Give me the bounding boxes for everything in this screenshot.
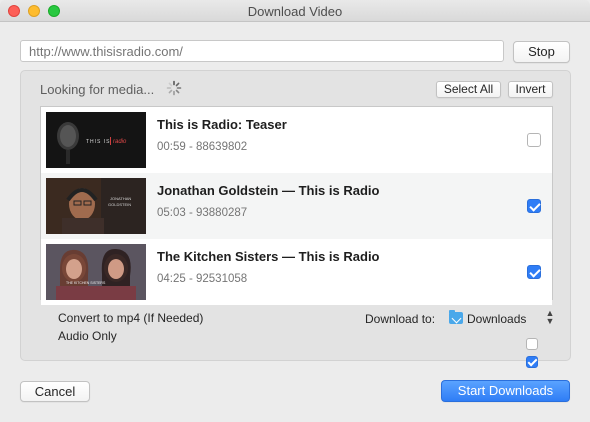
audio-only-option[interactable]: Audio Only	[40, 329, 538, 368]
media-list[interactable]: THIS IS radio This is Radio: Teaser 00:5…	[40, 106, 553, 305]
popup-chevrons-icon[interactable]: ▲ ▼	[545, 309, 555, 326]
cancel-button[interactable]: Cancel	[20, 381, 90, 402]
video-title: Jonathan Goldstein — This is Radio	[157, 183, 380, 198]
start-downloads-button[interactable]: Start Downloads	[441, 380, 570, 402]
url-field[interactable]	[20, 40, 504, 62]
stop-button[interactable]: Stop	[513, 41, 570, 63]
download-folder-popup[interactable]: Downloads	[467, 312, 526, 326]
audio-only-label: Audio Only	[58, 329, 117, 343]
video-select-checkbox[interactable]	[527, 133, 541, 147]
svg-text:THE KITCHEN SISTERS: THE KITCHEN SISTERS	[66, 281, 106, 285]
video-select-checkbox[interactable]	[527, 265, 541, 279]
loading-spinner-icon	[166, 80, 182, 96]
svg-text:THIS IS: THIS IS	[86, 139, 111, 145]
video-title: The Kitchen Sisters — This is Radio	[157, 249, 380, 264]
video-thumbnail: JONATHAN GOLDSTEIN	[46, 178, 146, 234]
video-select-checkbox[interactable]	[527, 199, 541, 213]
video-thumbnail: THIS IS radio	[46, 112, 146, 168]
download-to-label: Download to:	[365, 312, 436, 326]
video-meta: 04:25 - 92531058	[157, 273, 248, 285]
svg-text:GOLDSTEIN: GOLDSTEIN	[108, 202, 131, 207]
media-list-item[interactable]: THE KITCHEN SISTERS The Kitchen Sisters …	[41, 239, 552, 305]
video-meta: 00:59 - 88639802	[157, 141, 248, 153]
select-all-button[interactable]: Select All	[436, 81, 501, 98]
invert-button[interactable]: Invert	[508, 81, 553, 98]
convert-mp4-label: Convert to mp4 (If Needed)	[58, 311, 204, 325]
downloads-folder-icon	[449, 310, 463, 324]
media-list-item[interactable]: THIS IS radio This is Radio: Teaser 00:5…	[41, 107, 552, 173]
audio-only-checkbox[interactable]	[526, 356, 538, 368]
svg-text:radio: radio	[113, 139, 127, 145]
video-title: This is Radio: Teaser	[157, 117, 287, 132]
download-video-window: Download Video Stop Looking for media...…	[0, 0, 590, 422]
status-text: Looking for media...	[40, 82, 155, 97]
media-group-box: Looking for media... Select All Invert T…	[20, 70, 571, 368]
svg-text:JONATHAN: JONATHAN	[110, 196, 131, 201]
video-meta: 05:03 - 93880287	[157, 207, 248, 219]
convert-mp4-checkbox[interactable]	[526, 338, 538, 350]
title-bar[interactable]: Download Video	[0, 0, 590, 22]
media-list-item[interactable]: JONATHAN GOLDSTEIN Jonathan Goldstein — …	[41, 173, 552, 239]
window-title: Download Video	[247, 4, 343, 19]
convert-mp4-option[interactable]: Convert to mp4 (If Needed)	[40, 311, 538, 350]
video-thumbnail: THE KITCHEN SISTERS	[46, 244, 146, 300]
